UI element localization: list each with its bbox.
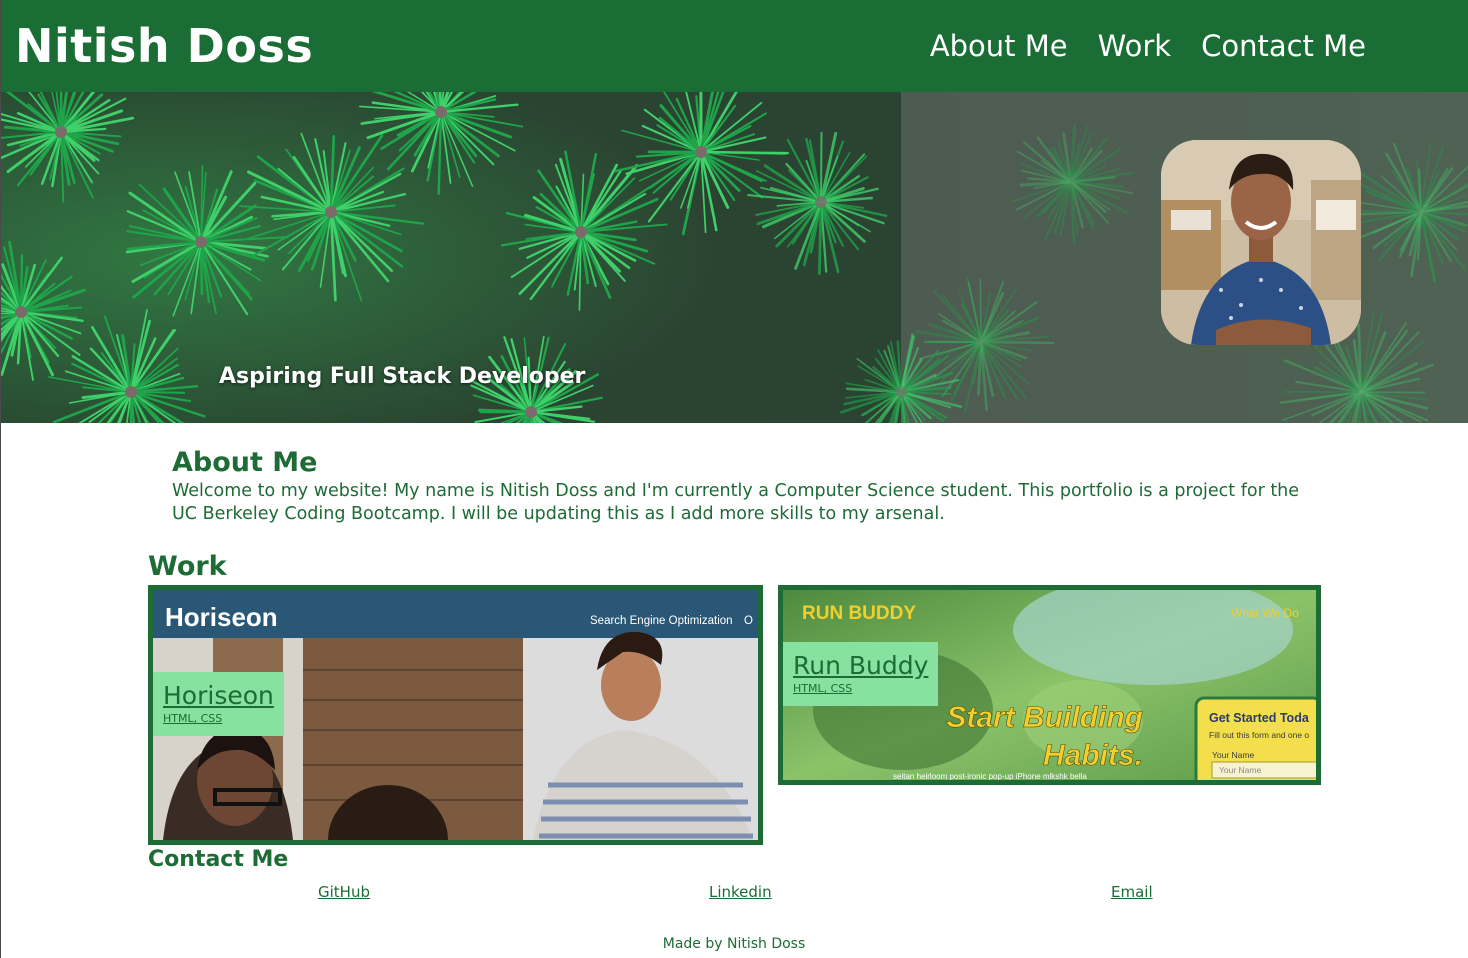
work-heading: Work (148, 551, 227, 582)
page-footer: Made by Nitish Doss (0, 936, 1468, 952)
footer-credit: Made by Nitish Doss (662, 936, 806, 952)
run-buddy-field-label: Your Name (1212, 750, 1254, 760)
horiseon-nav-more: O (744, 615, 753, 627)
run-buddy-footer-text: seitan heirloom post-ironic pop-up iPhon… (893, 772, 1087, 780)
project-title-run-buddy[interactable]: Run Buddy (793, 651, 928, 681)
run-buddy-nav: What We Do (1231, 606, 1299, 620)
project-tech-run-buddy[interactable]: HTML, CSS (793, 681, 928, 697)
run-buddy-form-title: Get Started Toda (1209, 711, 1310, 725)
site-title[interactable]: Nitish Doss (15, 18, 313, 74)
nav-about-me[interactable]: About Me (930, 25, 1068, 67)
project-card-run-buddy[interactable]: RUN BUDDY What We Do Start Building Habi… (778, 585, 1321, 785)
about-heading: About Me (172, 447, 318, 478)
hero-tagline: Aspiring Full Stack Developer (219, 364, 586, 389)
project-label-horiseon[interactable]: Horiseon HTML, CSS (153, 672, 284, 736)
project-card-horiseon[interactable]: Horiseon Search Engine Optimization O Ho… (148, 585, 763, 845)
horiseon-brand: Horiseon (165, 602, 278, 632)
run-buddy-brand: RUN BUDDY (802, 603, 916, 624)
profile-photo (1161, 140, 1361, 345)
project-label-run-buddy[interactable]: Run Buddy HTML, CSS (783, 642, 939, 706)
site-header: Nitish Doss About Me Work Contact Me (0, 0, 1468, 92)
project-tech-horiseon[interactable]: HTML, CSS (163, 711, 274, 727)
page-left-border (0, 423, 1, 958)
main-nav: About Me Work Contact Me (930, 25, 1366, 67)
hero-banner: Aspiring Full Stack Developer (0, 92, 1468, 423)
contact-link-linkedin[interactable]: Linkedin (709, 883, 772, 901)
contact-heading: Contact Me (148, 847, 289, 872)
nav-contact-me[interactable]: Contact Me (1201, 25, 1366, 67)
contact-link-github[interactable]: GitHub (318, 883, 370, 901)
nav-work[interactable]: Work (1098, 25, 1171, 67)
about-body: Welcome to my website! My name is Nitish… (172, 481, 1300, 524)
about-section: About Me Welcome to my website! My name … (172, 446, 1312, 526)
project-title-horiseon[interactable]: Horiseon (163, 681, 274, 711)
run-buddy-field-placeholder: Your Name (1219, 765, 1261, 775)
run-buddy-headline-1: Start Building (946, 701, 1143, 734)
run-buddy-headline-2: Habits. (1043, 739, 1143, 772)
horiseon-nav: Search Engine Optimization (590, 615, 733, 627)
profile-portrait-image (1161, 140, 1361, 345)
run-buddy-form-sub: Fill out this form and one o (1209, 730, 1309, 740)
contact-link-email[interactable]: Email (1111, 883, 1153, 901)
